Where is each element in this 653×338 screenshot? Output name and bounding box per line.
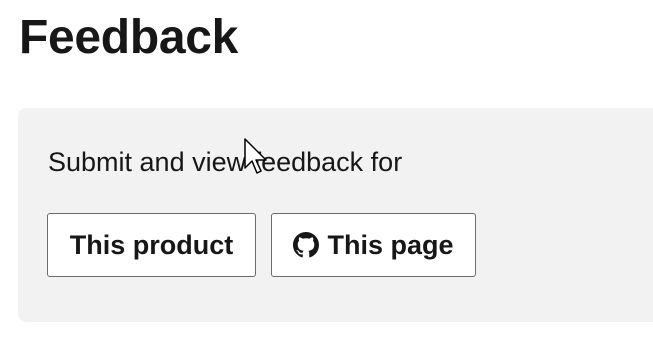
this-product-button[interactable]: This product: [47, 213, 256, 277]
this-page-button[interactable]: This page: [271, 213, 476, 277]
this-page-label: This page: [327, 229, 454, 260]
feedback-panel: Submit and view feedback for This produc…: [18, 108, 653, 322]
feedback-section: Feedback Submit and view feedback for Th…: [0, 0, 653, 338]
page-title: Feedback: [19, 11, 239, 64]
feedback-prompt: Submit and view feedback for: [48, 147, 403, 177]
this-product-label: This product: [69, 229, 234, 260]
github-icon: [293, 232, 320, 258]
